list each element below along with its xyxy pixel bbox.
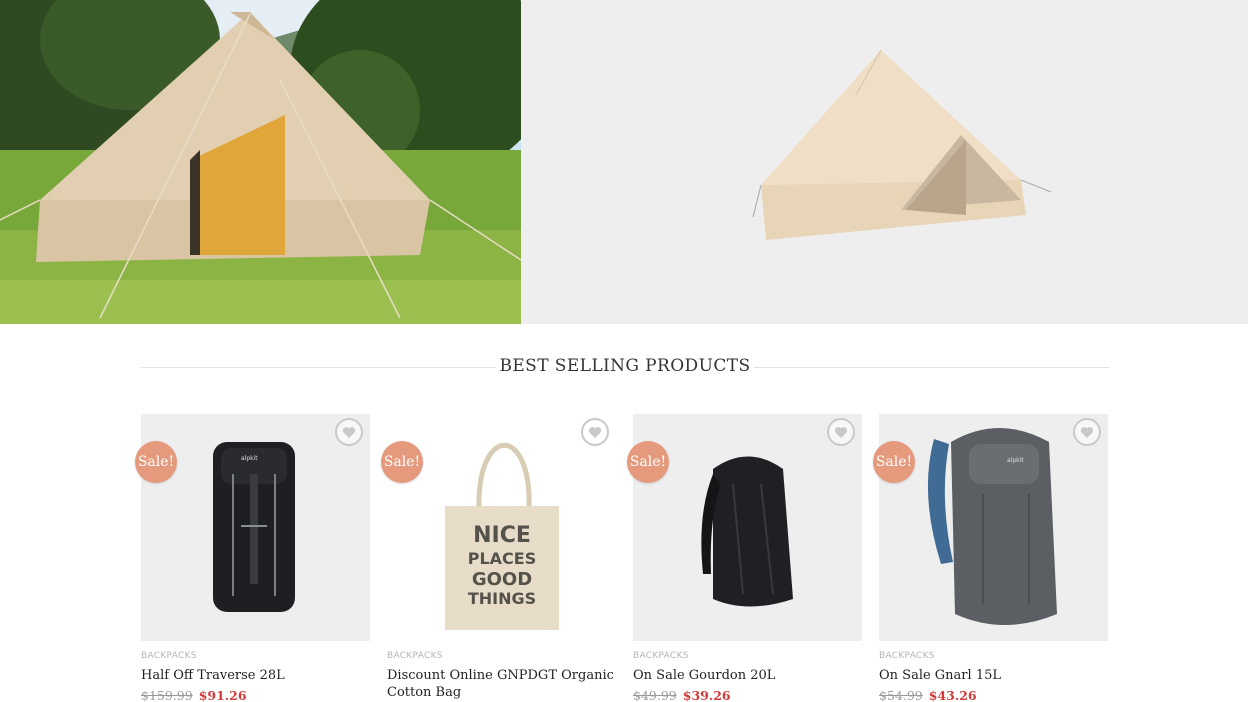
product-price: $54.99 $43.26 xyxy=(879,688,977,702)
sale-price: $39.26 xyxy=(682,688,731,702)
svg-text:GOOD: GOOD xyxy=(472,569,532,590)
product-image[interactable] xyxy=(633,414,862,641)
sale-badge: Sale! xyxy=(135,441,177,483)
product-image[interactable]: NICE PLACES GOOD THINGS xyxy=(387,414,616,641)
sale-price: $91.26 xyxy=(198,688,247,702)
product-name[interactable]: Half Off Traverse 28L xyxy=(141,667,370,684)
hero-image-tent-field[interactable] xyxy=(0,0,521,324)
sale-badge: Sale! xyxy=(627,441,669,483)
section-title: BEST SELLING PRODUCTS xyxy=(499,356,751,376)
product-card[interactable]: NICE PLACES GOOD THINGS Sale! BACKPACKS … xyxy=(381,414,616,702)
product-category[interactable]: BACKPACKS xyxy=(879,651,935,661)
product-category[interactable]: BACKPACKS xyxy=(387,651,443,661)
sale-badge: Sale! xyxy=(381,441,423,483)
product-card[interactable]: Sale! BACKPACKS On Sale Gourdon 20L $49.… xyxy=(627,414,862,702)
product-card[interactable]: alpkit Sale! BACKPACKS Half Off Traverse… xyxy=(135,414,370,702)
black-backpack-image: alpkit xyxy=(213,442,295,612)
wishlist-button[interactable] xyxy=(335,418,363,446)
tent-field-photo xyxy=(0,0,521,324)
product-name[interactable]: On Sale Gnarl 15L xyxy=(879,667,1108,684)
old-price: $159.99 xyxy=(141,688,193,702)
hero-banner xyxy=(0,0,1248,324)
heart-icon xyxy=(834,426,848,438)
product-price: $49.99 $39.26 xyxy=(633,688,731,702)
product-image[interactable]: alpkit xyxy=(141,414,370,641)
wishlist-button[interactable] xyxy=(581,418,609,446)
old-price: $54.99 xyxy=(879,688,923,702)
tent-product-photo xyxy=(521,0,1248,324)
heart-icon xyxy=(1080,426,1094,438)
product-name[interactable]: Discount Online GNPDGT Organic Cotton Ba… xyxy=(387,667,616,701)
heart-icon xyxy=(588,426,602,438)
product-category[interactable]: BACKPACKS xyxy=(141,651,197,661)
wishlist-button[interactable] xyxy=(1073,418,1101,446)
svg-text:THINGS: THINGS xyxy=(468,589,536,608)
best-selling-header: BEST SELLING PRODUCTS xyxy=(141,354,1109,380)
sale-badge: Sale! xyxy=(873,441,915,483)
sale-price: $43.26 xyxy=(928,688,977,702)
tote-bag-image: NICE PLACES GOOD THINGS xyxy=(445,442,559,630)
svg-text:NICE: NICE xyxy=(473,523,531,548)
product-grid: alpkit Sale! BACKPACKS Half Off Traverse… xyxy=(135,414,1109,702)
wishlist-button[interactable] xyxy=(827,418,855,446)
svg-text:alpkit: alpkit xyxy=(1007,457,1024,464)
heart-icon xyxy=(342,426,356,438)
product-name[interactable]: On Sale Gourdon 20L xyxy=(633,667,862,684)
svg-text:alpkit: alpkit xyxy=(241,455,258,462)
product-price: $159.99 $91.26 xyxy=(141,688,247,702)
product-card[interactable]: alpkit Sale! BACKPACKS On Sale Gnarl 15L… xyxy=(873,414,1108,702)
grey-backpack-image: alpkit xyxy=(927,428,1057,625)
product-category[interactable]: BACKPACKS xyxy=(633,651,689,661)
product-image[interactable]: alpkit xyxy=(879,414,1108,641)
black-daypack-image xyxy=(701,456,793,607)
hero-image-tent-product[interactable] xyxy=(521,0,1248,324)
old-price: $49.99 xyxy=(633,688,677,702)
divider-right xyxy=(754,367,1109,368)
svg-text:PLACES: PLACES xyxy=(468,549,537,568)
